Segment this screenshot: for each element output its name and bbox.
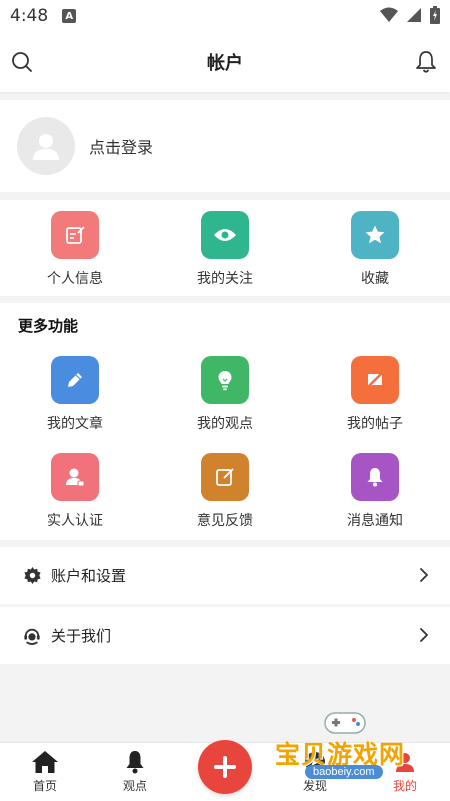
status-bar: 4:48 A [0, 0, 450, 32]
app-header: 帐户 [0, 32, 450, 92]
notification-bell-icon[interactable] [414, 50, 438, 74]
page-title: 帐户 [207, 53, 243, 74]
feature-my-articles[interactable]: 我的文章 [0, 356, 150, 433]
tab-home[interactable]: 首页 [0, 743, 90, 801]
pencil-icon [51, 356, 99, 404]
quick-action-label: 个人信息 [47, 271, 103, 287]
quick-action-following[interactable]: 我的关注 [150, 211, 300, 288]
battery-icon [430, 6, 440, 28]
menu-item-about-us[interactable]: 关于我们 [0, 607, 450, 664]
feature-my-posts[interactable]: 我的帖子 [300, 356, 450, 433]
watermark-logo: 宝贝游戏网 baobeiy.com [275, 705, 445, 790]
quick-action-label: 收藏 [361, 271, 389, 287]
quick-action-favorites[interactable]: 收藏 [300, 211, 450, 288]
avatar[interactable] [17, 117, 75, 175]
star-icon [351, 211, 399, 259]
feature-label: 意见反馈 [197, 513, 253, 529]
notification-badge: A [62, 9, 77, 23]
menu-item-account-settings[interactable]: 账户和设置 [0, 547, 450, 604]
feature-label: 实人认证 [47, 513, 103, 529]
quick-action-personal-info[interactable]: 个人信息 [0, 211, 150, 288]
feedback-icon [201, 453, 249, 501]
edit-note-icon [51, 211, 99, 259]
section-title: 更多功能 [18, 317, 79, 335]
home-icon [31, 749, 59, 775]
feature-label: 消息通知 [347, 513, 403, 529]
no-post-icon [351, 356, 399, 404]
tab-publish[interactable] [180, 740, 270, 801]
feature-my-views[interactable]: 我的观点 [150, 356, 300, 433]
feature-notifications[interactable]: 消息通知 [300, 453, 450, 530]
add-post-button[interactable] [198, 740, 252, 794]
feature-feedback[interactable]: 意见反馈 [150, 453, 300, 530]
chevron-right-icon [418, 566, 430, 584]
quick-action-label: 我的关注 [197, 271, 253, 287]
tab-label: 首页 [32, 779, 57, 793]
feature-label: 我的帖子 [347, 416, 403, 432]
tab-views[interactable]: 观点 [90, 743, 180, 801]
signal-icon [406, 7, 422, 27]
login-prompt[interactable]: 点击登录 [89, 134, 153, 158]
login-card[interactable]: 点击登录 [0, 100, 450, 192]
quick-actions-card: 个人信息 我的关注 收藏 [0, 200, 450, 296]
feature-identity-verify[interactable]: 实人认证 [0, 453, 150, 530]
plus-icon [214, 756, 236, 778]
lightbulb-icon [201, 356, 249, 404]
search-icon[interactable] [10, 50, 34, 74]
bell-icon [121, 749, 149, 775]
status-time: 4:48 [10, 6, 49, 26]
support-icon [23, 627, 41, 645]
watermark-url: baobeiy.com [305, 765, 383, 779]
user-silhouette-icon [33, 134, 59, 160]
status-icons [380, 6, 440, 28]
tab-label: 观点 [122, 779, 147, 793]
gear-icon [23, 567, 41, 585]
feature-label: 我的观点 [197, 416, 253, 432]
chevron-right-icon [418, 626, 430, 644]
menu-label: 账户和设置 [51, 567, 127, 585]
menu-label: 关于我们 [51, 627, 112, 645]
id-verify-icon [51, 453, 99, 501]
bell-icon [351, 453, 399, 501]
eye-icon [201, 211, 249, 259]
feature-label: 我的文章 [47, 416, 103, 432]
gamepad-icon [324, 712, 366, 734]
more-features-card: 更多功能 我的文章 我的观点 我的帖子 实人认证 意见反馈 消息通知 [0, 303, 450, 540]
wifi-icon [380, 7, 398, 27]
